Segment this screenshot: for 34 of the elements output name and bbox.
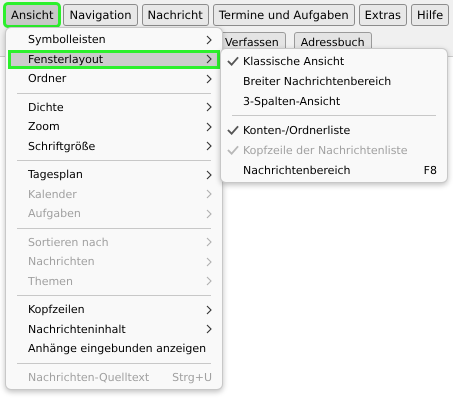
menu-item[interactable]: Breiter Nachrichtenbereich bbox=[221, 71, 447, 91]
chevron-right-icon bbox=[206, 74, 212, 84]
chevron-right-icon bbox=[206, 237, 212, 248]
chevron-right-icon bbox=[206, 122, 212, 132]
chevron-right-icon bbox=[206, 54, 212, 64]
menu-bar-item[interactable]: Nachricht bbox=[142, 4, 209, 26]
menu-bar-item[interactable]: Extras bbox=[358, 4, 408, 26]
menu-item[interactable]: Kopfzeilen bbox=[6, 300, 222, 320]
chevron-right-icon bbox=[206, 324, 212, 334]
menu-item[interactable]: 3-Spalten-Ansicht bbox=[221, 91, 447, 111]
menu-bar-item[interactable]: Ansicht bbox=[5, 4, 60, 26]
menu-bar-item[interactable]: Navigation bbox=[63, 4, 138, 26]
chevron-right-icon bbox=[206, 102, 212, 112]
chevron-right-icon bbox=[206, 208, 212, 219]
chevron-right-icon bbox=[206, 141, 212, 152]
chevron-right-icon bbox=[206, 256, 212, 267]
menu-item[interactable]: Tagesplan bbox=[6, 165, 222, 184]
menu-bar-item[interactable]: Hilfe bbox=[411, 4, 450, 26]
menu-item[interactable]: Ordner bbox=[6, 69, 222, 88]
menu-item[interactable]: Konten-/Ordnerliste bbox=[221, 120, 447, 140]
chevron-right-icon bbox=[206, 276, 212, 286]
menu-item[interactable]: Fensterlayout bbox=[8, 50, 220, 69]
menu-item[interactable]: Dichte bbox=[6, 98, 222, 117]
menu-item[interactable]: Schriftgröße bbox=[6, 136, 222, 156]
menu-item[interactable]: Anhänge eingebunden anzeigen bbox=[6, 339, 222, 358]
menu-item[interactable]: Zoom bbox=[6, 117, 222, 136]
chevron-right-icon bbox=[206, 189, 212, 200]
chevron-right-icon bbox=[206, 170, 212, 180]
chevron-right-icon bbox=[206, 304, 212, 315]
menu-bar-item[interactable]: Termine und Aufgaben bbox=[212, 4, 355, 26]
chevron-right-icon bbox=[206, 34, 212, 45]
menu-item[interactable]: Nachrichteninhalt bbox=[6, 320, 222, 339]
menu-item[interactable]: Nachrichtenbereich F8 bbox=[221, 160, 447, 180]
menu-item[interactable]: Klassische Ansicht bbox=[221, 51, 447, 71]
